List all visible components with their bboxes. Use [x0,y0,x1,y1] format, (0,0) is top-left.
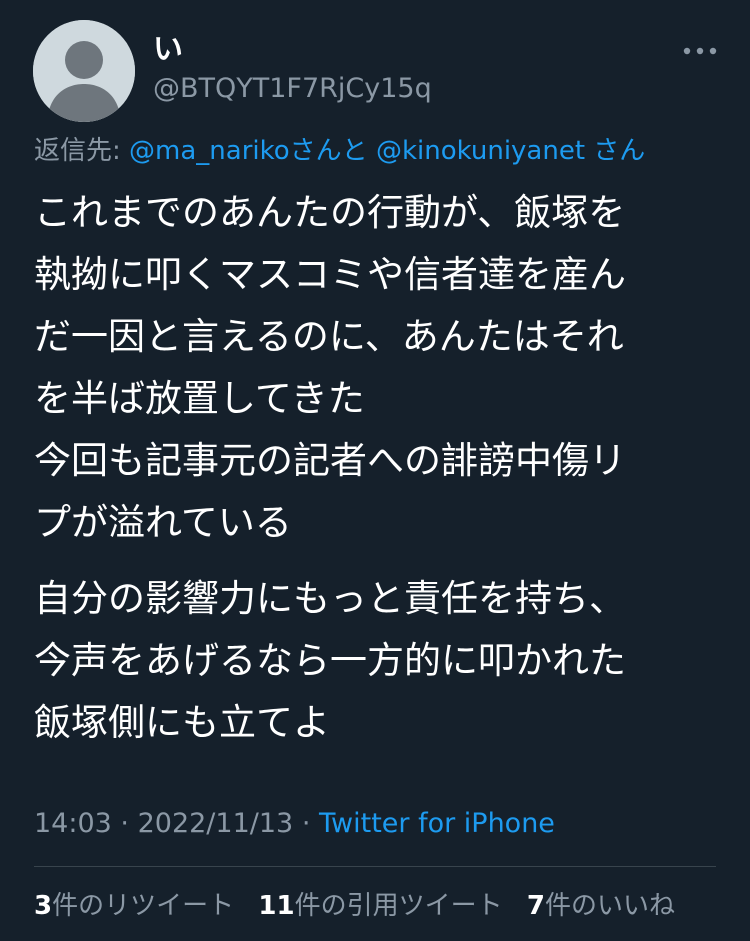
tweet-line: 今声をあげるなら一方的に叩かれた [34,639,626,682]
quotes-label: 件の引用ツイート [294,891,503,921]
replying-to: 返信先: @ma_narikoさんと @kinokuniyanet さん [34,134,645,168]
avatar[interactable] [33,20,135,122]
engagement-stats: 3件のリツイート 11件の引用ツイート 7件のいいね [34,888,691,924]
meta-separator: · [120,808,129,839]
tweet-meta: 14:03 · 2022/11/13 · Twitter for iPhone [34,806,555,842]
divider [34,866,716,867]
tweet-line: だ一因と言えるのに、あんたはそれ [34,315,624,358]
retweets-stat[interactable]: 3件のリツイート [34,891,234,921]
tweet-time[interactable]: 14:03 [34,808,112,839]
quotes-stat[interactable]: 11件の引用ツイート [258,891,502,921]
tweet-line: を半ば放置してきた [34,377,365,420]
tweet-line: 飯塚側にも立てよ [34,701,330,744]
tweet-line: 自分の影響力にもっと責任を持ち、 [34,577,626,620]
tweet-line: プが溢れている [34,501,292,544]
reply-suffix: さん [593,136,646,166]
retweets-count: 3 [34,891,53,921]
mention-link[interactable]: @ma_nariko [129,136,290,166]
likes-stat[interactable]: 7件のいいね [527,891,675,921]
likes-label: 件のいいね [544,891,675,921]
tweet-line: 今回も記事元の記者への誹謗中傷リ [34,439,626,482]
tweet-text: これまでのあんたの行動が、飯塚を 執拗に叩くマスコミや信者達を産ん だ一因と言え… [34,182,724,754]
tweet-line: 執拗に叩くマスコミや信者達を産ん [34,253,626,296]
more-horizontal-icon[interactable] [682,42,718,60]
reply-connector: さんと [289,136,368,166]
reply-prefix: 返信先: [34,136,121,166]
tweet-line: これまでのあんたの行動が、飯塚を [34,191,626,234]
tweet-source-link[interactable]: Twitter for iPhone [319,808,555,839]
likes-count: 7 [526,891,545,921]
tweet-date[interactable]: 2022/11/13 [138,808,294,839]
meta-separator: · [301,808,311,839]
retweets-label: 件のリツイート [52,891,235,921]
display-name[interactable]: い [153,32,183,68]
mention-link[interactable]: @kinokuniyanet [376,136,585,166]
quotes-count: 11 [258,891,295,921]
user-handle[interactable]: @BTQYT1F7RjCy15q [153,72,432,106]
default-profile-icon [33,20,135,122]
